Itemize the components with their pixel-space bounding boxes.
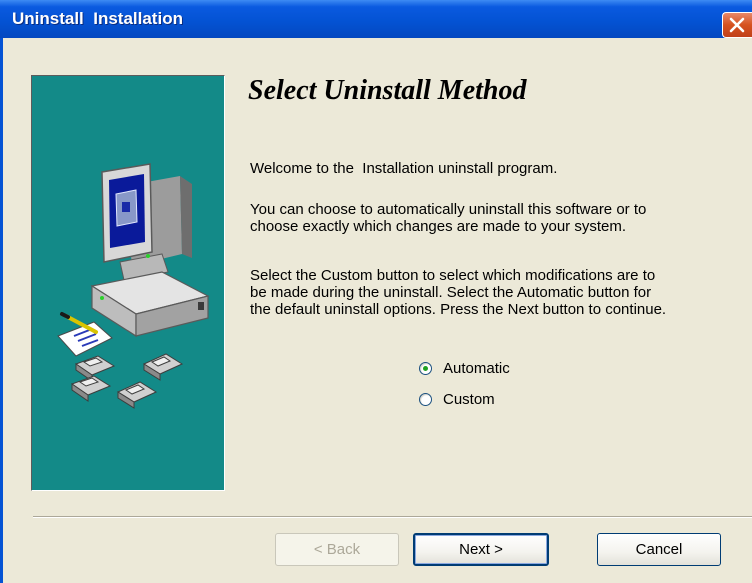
description-text: You can choose to automatically uninstal… xyxy=(250,201,647,235)
automatic-radio[interactable] xyxy=(419,361,432,375)
automatic-label[interactable]: Automatic xyxy=(443,360,510,377)
side-panel xyxy=(31,75,225,491)
window-title: Uninstall Installation xyxy=(12,9,183,28)
next-button[interactable]: Next > xyxy=(413,533,549,566)
dialog-body: Select Uninstall Method Welcome to the I… xyxy=(0,38,752,583)
instructions-text: Select the Custom button to select which… xyxy=(250,267,667,318)
close-icon xyxy=(729,17,745,33)
custom-radio[interactable] xyxy=(419,392,432,406)
computer-illustration-icon xyxy=(57,163,210,409)
custom-option[interactable]: Custom xyxy=(419,390,495,408)
uninstall-dialog: Uninstall Installation Select Uninstall … xyxy=(0,0,752,583)
title-bar: Uninstall Installation xyxy=(0,0,752,39)
custom-label[interactable]: Custom xyxy=(443,391,495,408)
close-button[interactable] xyxy=(722,12,752,38)
cancel-button[interactable]: Cancel xyxy=(597,533,721,566)
divider xyxy=(33,516,752,518)
welcome-text: Welcome to the Installation uninstall pr… xyxy=(250,160,558,177)
automatic-option[interactable]: Automatic xyxy=(419,359,510,377)
page-title: Select Uninstall Method xyxy=(248,75,527,106)
back-button[interactable]: < Back xyxy=(275,533,399,566)
